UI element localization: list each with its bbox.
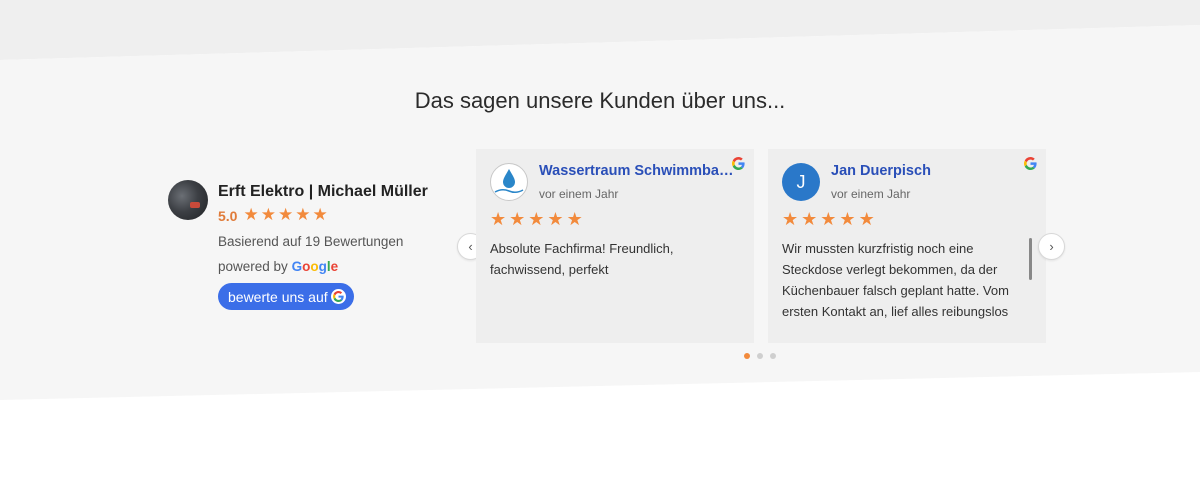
google-wordmark: Google [291, 259, 339, 274]
pagination-dot[interactable] [744, 353, 750, 359]
summary-rating: 5.0 ★ ★ ★ ★ ★ [218, 207, 330, 224]
summary-stars: ★ ★ ★ ★ ★ [243, 207, 329, 224]
reviewer-name-link[interactable]: Jan Duerpisch [831, 163, 931, 179]
carousel-next-button[interactable]: › [1038, 233, 1065, 260]
reviewer-avatar [490, 163, 528, 201]
pagination-dot[interactable] [770, 353, 776, 359]
star-icon: ★ [782, 209, 799, 230]
google-g-icon [330, 289, 346, 304]
star-icon: ★ [243, 205, 259, 225]
review-time: vor einem Jahr [539, 187, 619, 201]
review-card: Wassertraum Schwimmbad... vor einem Jahr… [476, 149, 754, 343]
review-scrollbar[interactable] [1029, 238, 1032, 280]
review-time: vor einem Jahr [831, 187, 911, 201]
water-drop-logo-icon [494, 169, 524, 194]
star-icon: ★ [509, 209, 526, 230]
star-icon: ★ [547, 209, 564, 230]
review-card: J Jan Duerpisch vor einem Jahr ★ ★ ★ ★ ★… [768, 149, 1046, 343]
star-icon: ★ [801, 209, 818, 230]
review-count: Basierend auf 19 Bewertungen [218, 234, 404, 249]
reviewer-avatar: J [782, 163, 820, 201]
pagination-dot[interactable] [757, 353, 763, 359]
business-avatar [168, 180, 208, 220]
star-icon: ★ [839, 209, 856, 230]
google-g-icon [1024, 157, 1037, 170]
section-title: Das sagen unsere Kunden über uns... [414, 88, 786, 113]
star-icon: ★ [312, 205, 328, 225]
carousel-pagination [744, 353, 783, 359]
review-stars: ★ ★ ★ ★ ★ [490, 211, 586, 229]
star-icon: ★ [528, 209, 545, 230]
reviewer-name-link[interactable]: Wassertraum Schwimmbad... [539, 163, 739, 179]
rate-us-button[interactable]: bewerte uns auf [218, 283, 354, 310]
star-icon: ★ [277, 205, 294, 225]
star-icon: ★ [490, 209, 507, 230]
star-icon: ★ [295, 205, 311, 225]
business-name: Erft Elektro | Michael Müller [218, 183, 428, 200]
rating-score: 5.0 [218, 207, 238, 224]
review-stars: ★ ★ ★ ★ ★ [782, 211, 878, 229]
star-icon: ★ [820, 209, 837, 230]
powered-by-label: powered by [218, 259, 288, 274]
chevron-right-icon: › [1049, 239, 1054, 254]
chevron-left-icon: ‹ [468, 239, 473, 254]
star-icon: ★ [858, 209, 875, 230]
review-text: Wir mussten kurzfristig noch eine Steckd… [782, 241, 1009, 319]
powered-by: powered by Google [218, 259, 338, 274]
star-icon: ★ [566, 209, 583, 230]
review-text: Absolute Fachfirma! Freundlich, fachwiss… [490, 241, 674, 277]
star-icon: ★ [260, 205, 276, 225]
rate-us-label: bewerte uns auf [228, 288, 328, 305]
